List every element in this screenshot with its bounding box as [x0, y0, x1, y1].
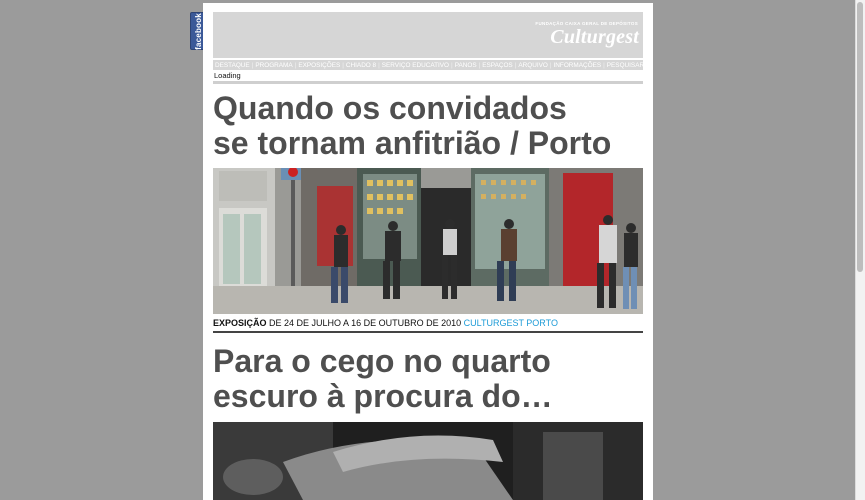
- nav-item-espacos[interactable]: ESPAÇOS: [480, 62, 514, 69]
- nav-item-panos[interactable]: PANOS: [453, 62, 479, 69]
- nav-item-servico-educativo[interactable]: SERVIÇO EDUCATIVO: [380, 62, 451, 69]
- caption-kind: EXPOSIÇÃO: [213, 318, 267, 328]
- loading-text: Loading: [214, 71, 241, 80]
- scrollbar-thumb[interactable]: [857, 2, 863, 272]
- caption-dates: DE 24 DE JULHO A 16 DE OUTUBRO DE 2010: [269, 318, 462, 328]
- article2-title[interactable]: Para o cego no quarto escuro à procura d…: [213, 344, 645, 414]
- street-scene-image: [213, 168, 643, 314]
- article1-street-photo[interactable]: [213, 168, 643, 314]
- article1-title[interactable]: Quando os convidados se tornam anfitrião…: [213, 91, 645, 161]
- facebook-tab-label: facebook: [193, 12, 203, 50]
- article1-title-line2: se tornam anfitrião / Porto: [213, 125, 612, 161]
- article2-title-line1: Para o cego no quarto: [213, 343, 551, 379]
- caption-venue-link[interactable]: CULTURGEST PORTO: [464, 318, 558, 328]
- site-header: FUNDAÇÃO CAIXA GERAL DE DEPÓSITOS Cultur…: [213, 12, 643, 58]
- nav-item-chiado-8[interactable]: CHIADO 8: [344, 62, 378, 69]
- bw-photo-image: [213, 422, 643, 500]
- culturgest-logo[interactable]: Culturgest: [550, 26, 639, 49]
- article2-photo[interactable]: [213, 422, 643, 500]
- nav-item-programa[interactable]: PROGRAMA: [253, 62, 294, 69]
- nav-item-informacoes[interactable]: INFORMAÇÕES: [552, 62, 604, 69]
- header-divider: [213, 81, 643, 84]
- nav-item-arquivo[interactable]: ARQUIVO: [516, 62, 549, 69]
- nav-item-destaque[interactable]: DESTAQUE: [213, 62, 252, 69]
- page-container: FUNDAÇÃO CAIXA GERAL DE DEPÓSITOS Cultur…: [203, 3, 653, 500]
- article-divider: [213, 331, 643, 333]
- article1-caption: EXPOSIÇÃO DE 24 DE JULHO A 16 DE OUTUBRO…: [213, 318, 558, 328]
- vertical-scrollbar[interactable]: [855, 0, 865, 500]
- article1-title-line1: Quando os convidados: [213, 90, 567, 126]
- nav-item-exposicoes[interactable]: EXPOSIÇÕES: [296, 62, 342, 69]
- main-nav: DESTAQUE | PROGRAMA | EXPOSIÇÕES | CHIAD…: [213, 60, 646, 70]
- nav-item-pesquisar[interactable]: PESQUISAR: [605, 62, 646, 69]
- article2-title-line2: escuro à procura do…: [213, 378, 553, 414]
